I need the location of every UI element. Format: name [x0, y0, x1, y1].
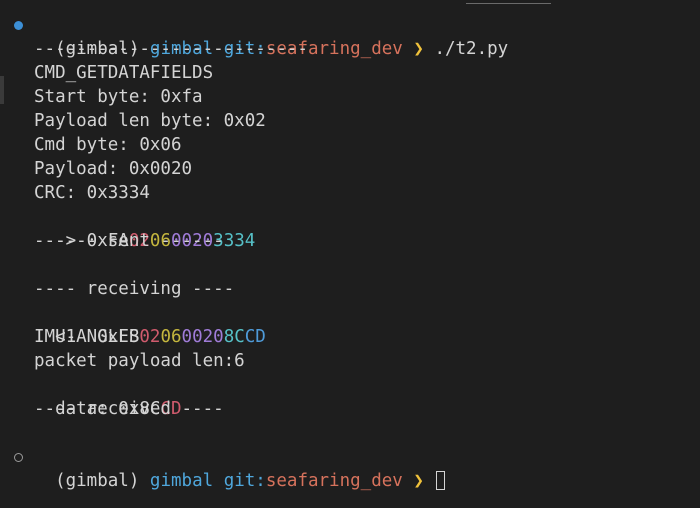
output-payload-len: Payload len byte: 0x02: [34, 111, 266, 131]
output-crc: CRC: 0x3334: [34, 183, 150, 203]
output-cmd-name: CMD_GETDATAFIELDS: [34, 63, 214, 83]
scroll-marker: [0, 76, 4, 104]
prompt-chevron-icon: ❯: [413, 39, 424, 59]
hex-byte-segment: 02: [139, 327, 161, 347]
prompt-line-1: (gimbal) gimbal git:seafaring_dev ❯ ./t2…: [34, 13, 508, 59]
output-separator: --------------------------: [34, 39, 308, 59]
tab-indicator-line: [466, 3, 551, 4]
command-status-idle-icon: [14, 453, 23, 462]
rx-hex-bytes: FB020600208CCD: [118, 327, 266, 347]
terminal-cursor[interactable]: [436, 471, 446, 490]
output-received: ---- received ----: [34, 399, 224, 419]
hex-byte-segment: 00: [181, 327, 203, 347]
directory-name: gimbal: [149, 471, 214, 491]
output-receiving: ---- receiving ----: [34, 279, 235, 299]
output-rx-name: IMU1ANGLES: [34, 327, 140, 347]
prompt-chevron-icon: ❯: [413, 471, 424, 491]
git-label: git:: [223, 471, 266, 491]
git-branch: seafaring_dev: [265, 471, 403, 491]
hex-byte-segment: 8C: [223, 327, 245, 347]
output-cmd-byte: Cmd byte: 0x06: [34, 135, 182, 155]
output-rx-len: packet payload len:6: [34, 351, 245, 371]
output-sent: ------ sent ------: [34, 231, 224, 251]
hex-byte-segment: CD: [244, 327, 266, 347]
output-tx-packet: -> 0xFA020600203334: [34, 205, 255, 251]
output-start-byte: Start byte: 0xfa: [34, 87, 203, 107]
conda-env: (gimbal): [55, 471, 140, 491]
output-rx-packet: <- 0xFB020600208CCD: [34, 301, 266, 347]
prompt-line-2[interactable]: (gimbal) gimbal git:seafaring_dev ❯: [34, 445, 446, 491]
output-payload: Payload: 0x0020: [34, 159, 193, 179]
hex-byte-segment: 06: [160, 327, 182, 347]
hex-byte-segment: 20: [202, 327, 224, 347]
command-status-dot-icon: [14, 21, 23, 30]
command-text: ./t2.py: [434, 39, 509, 59]
output-rx-data: data: 0x8CCD: [34, 373, 181, 419]
